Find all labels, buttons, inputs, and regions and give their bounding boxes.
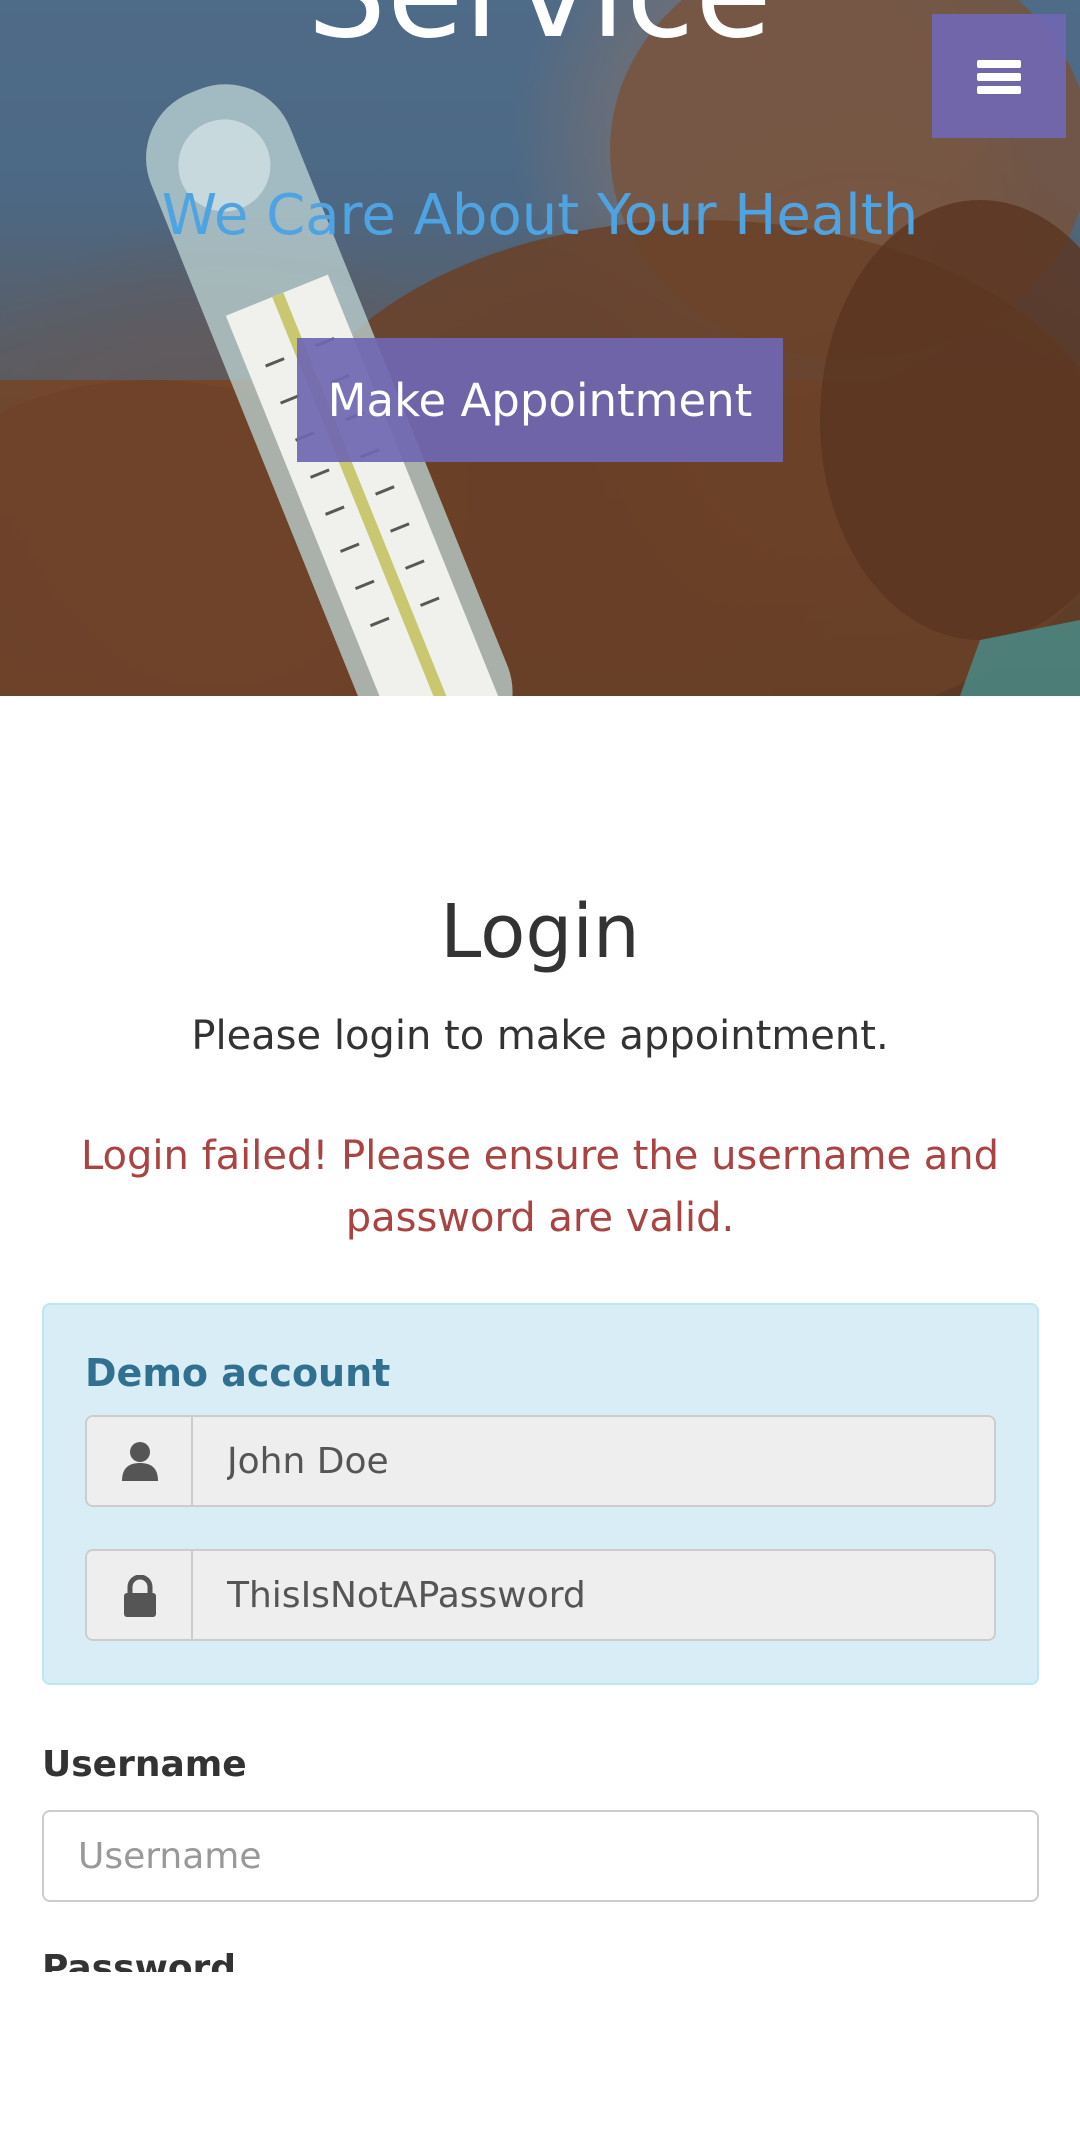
- page-bottom-area: [0, 1972, 1080, 2130]
- demo-username-field[interactable]: [193, 1417, 994, 1505]
- hero-title: Service: [0, 0, 1080, 56]
- login-title: Login: [440, 889, 640, 975]
- login-subtitle: Please login to make appointment.: [191, 1013, 889, 1059]
- make-appointment-button[interactable]: Make Appointment: [297, 338, 783, 462]
- demo-username-group: [85, 1415, 996, 1507]
- lock-icon-addon: [87, 1551, 193, 1639]
- lock-icon: [124, 1575, 156, 1617]
- username-input[interactable]: [42, 1810, 1039, 1902]
- user-icon: [122, 1442, 158, 1481]
- hero-banner: Service We Care About Your Health Make A…: [0, 0, 1080, 696]
- username-label: Username: [42, 1744, 247, 1785]
- menu-toggle-button[interactable]: [932, 14, 1066, 138]
- demo-password-field[interactable]: [193, 1551, 994, 1639]
- hero-subtitle: We Care About Your Health: [161, 183, 919, 248]
- demo-account-box: Demo account: [42, 1303, 1039, 1685]
- user-icon-addon: [87, 1417, 193, 1505]
- demo-account-heading: Demo account: [85, 1351, 391, 1395]
- demo-password-group: [85, 1549, 996, 1641]
- login-error-message: Login failed! Please ensure the username…: [80, 1133, 1000, 1241]
